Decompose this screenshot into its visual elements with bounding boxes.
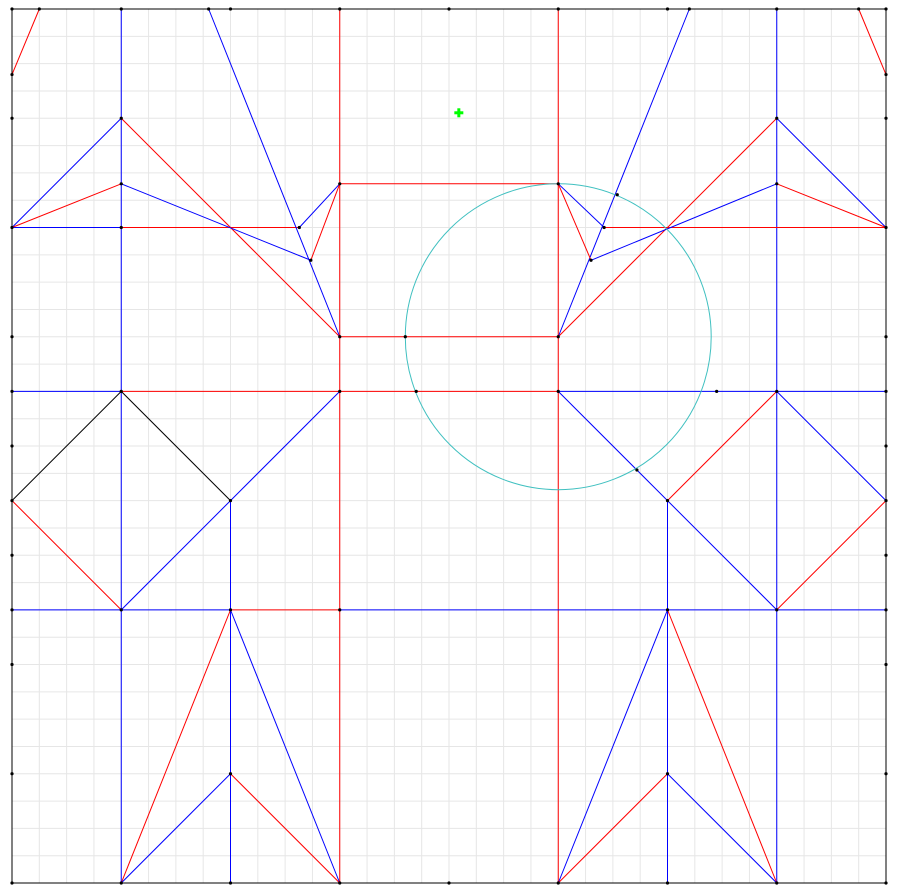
vertex-point <box>10 499 14 503</box>
vertex-point <box>615 193 619 197</box>
vertex-point <box>119 881 123 885</box>
vertex-point <box>884 116 888 120</box>
vertex-point <box>884 772 888 776</box>
vertex-point <box>715 389 719 393</box>
vertex-point <box>665 499 670 503</box>
vertex-point <box>884 608 888 612</box>
mountain-fold-line <box>858 8 887 75</box>
vertex-point <box>10 7 14 11</box>
vertex-point <box>10 881 14 885</box>
vertex-point <box>10 662 14 667</box>
vertex-point <box>556 335 560 339</box>
vertex-point <box>10 608 14 612</box>
crease-pattern-canvas[interactable] <box>0 0 901 892</box>
vertex-point <box>338 881 342 885</box>
vertex-point <box>228 608 233 612</box>
vertex-point <box>338 608 342 612</box>
vertex-point <box>338 335 342 339</box>
vertex-point <box>37 7 41 11</box>
mountain-fold-line <box>557 183 592 261</box>
vertex-point <box>228 7 233 11</box>
vertex-point <box>556 389 560 393</box>
vertex-point <box>309 258 313 262</box>
vertex-point <box>665 608 670 612</box>
vertex-point <box>414 389 418 393</box>
vertex-point <box>602 225 606 230</box>
vertex-point <box>10 772 14 776</box>
vertex-point <box>884 225 888 230</box>
vertex-point <box>775 608 779 612</box>
vertex-point <box>884 662 888 667</box>
vertex-point <box>857 7 861 11</box>
vertex-point <box>119 225 123 230</box>
vertex-point <box>775 116 779 120</box>
vertex-point <box>635 468 639 472</box>
vertex-point <box>775 7 779 11</box>
vertex-point <box>228 881 233 885</box>
vertex-point <box>775 182 779 186</box>
vertex-point <box>884 444 888 448</box>
crease-pattern-svg[interactable] <box>0 0 901 892</box>
vertex-point <box>556 182 560 186</box>
vertex-point <box>119 116 123 120</box>
vertex-point <box>884 7 888 11</box>
vertex-point <box>884 72 888 77</box>
vertex-point <box>884 499 888 503</box>
vertex-point <box>338 389 342 393</box>
mountain-fold-line <box>11 8 40 75</box>
vertex-point <box>10 72 14 77</box>
vertex-point <box>884 389 888 393</box>
vertex-point <box>556 881 560 885</box>
vertex-point <box>884 881 888 885</box>
vertex-point <box>338 182 342 186</box>
vertex-point <box>665 7 670 11</box>
vertex-point <box>10 225 14 230</box>
vertex-point <box>589 258 593 262</box>
vertex-point <box>10 116 14 120</box>
vertex-point <box>10 444 14 448</box>
vertex-point <box>556 7 560 11</box>
vertex-point <box>775 389 779 393</box>
vertex-point <box>665 772 670 776</box>
vertex-point <box>447 7 451 11</box>
green-plus-cursor-icon <box>454 108 464 118</box>
valley-fold-line <box>298 183 341 228</box>
vertex-point <box>119 389 123 393</box>
vertex-point <box>297 225 301 230</box>
vertex-point <box>884 335 888 339</box>
vertex-point <box>447 881 451 885</box>
valley-fold-line <box>557 183 605 228</box>
vertex-point <box>10 335 14 339</box>
vertex-point <box>119 182 123 186</box>
vertex-point <box>119 7 123 11</box>
vertex-point <box>775 881 779 885</box>
vertex-point <box>10 389 14 393</box>
cursor-bar-vertical <box>457 108 461 118</box>
vertex-point <box>665 881 670 885</box>
vertex-point <box>884 553 888 557</box>
vertex-point <box>10 553 14 557</box>
vertex-point <box>207 7 211 11</box>
vertex-point <box>338 7 342 11</box>
vertex-point <box>228 499 233 503</box>
vertex-point <box>687 7 691 11</box>
valley-fold-line <box>121 183 311 261</box>
vertex-point <box>403 335 407 339</box>
vertex-point <box>228 772 233 776</box>
mountain-fold-line <box>310 183 341 261</box>
vertex-point <box>119 608 123 612</box>
